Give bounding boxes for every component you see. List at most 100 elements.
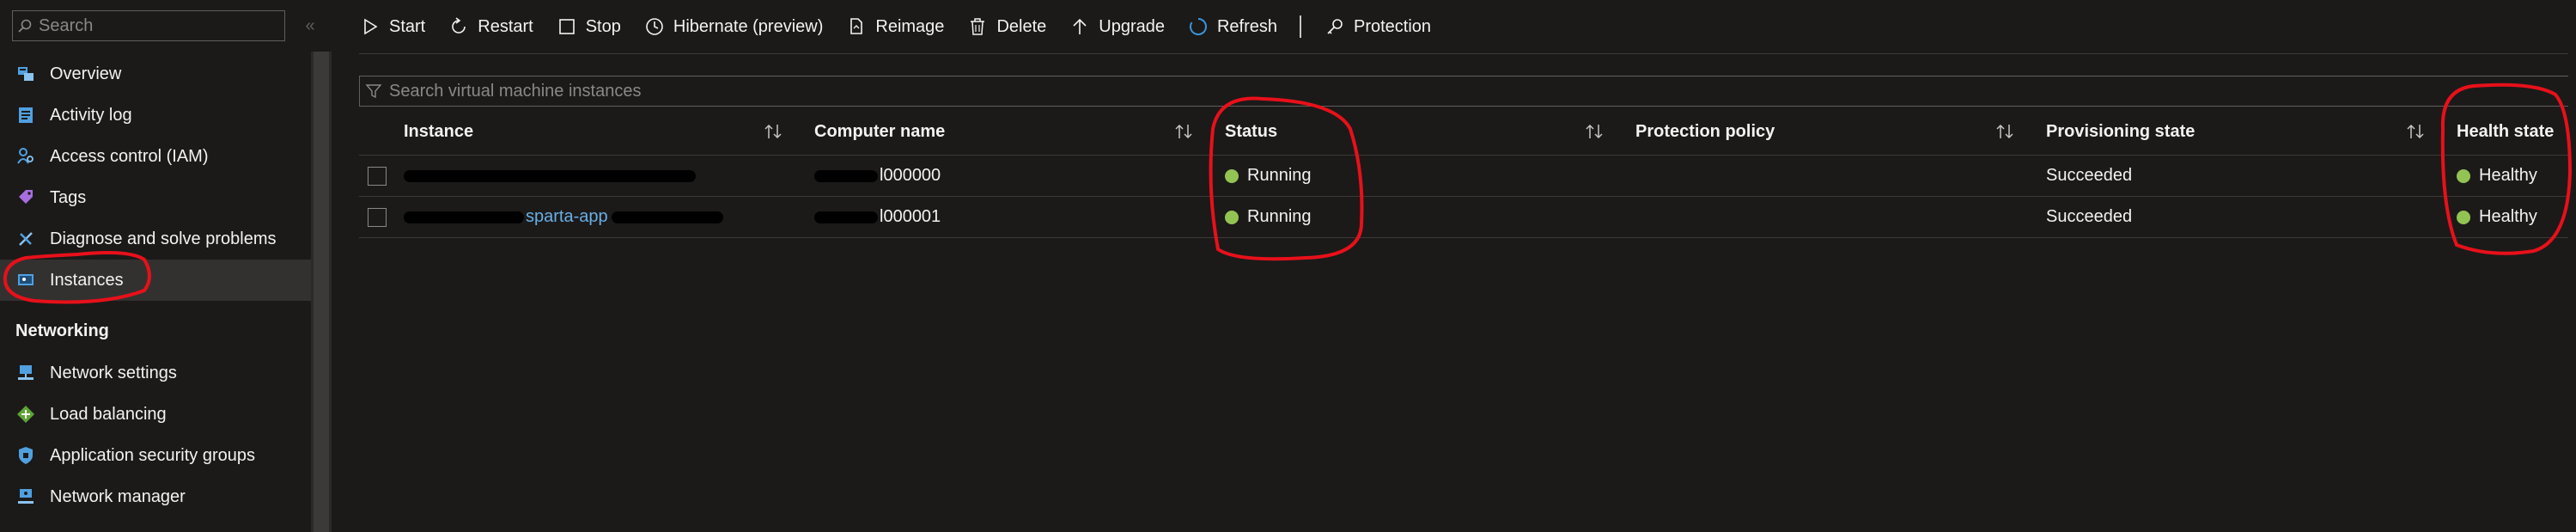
instance-link[interactable] <box>404 156 696 196</box>
sidebar-item-label: Application security groups <box>50 445 256 465</box>
instances-table: Instance Computer name Status Protection… <box>359 108 2576 238</box>
sidebar-item-label: Network manager <box>50 486 186 506</box>
reimage-icon <box>845 15 868 38</box>
sidebar-item-tags[interactable]: Tags <box>0 177 311 218</box>
redaction-mark <box>611 211 723 223</box>
search-icon <box>13 11 37 40</box>
table-row[interactable]: sparta-app l000001 Running Succeeded Hea… <box>359 197 2576 238</box>
status-cell: Running <box>1225 197 1312 237</box>
sidebar-item-label: Load balancing <box>50 404 167 424</box>
wrench-icon <box>15 229 36 249</box>
refresh-icon <box>1187 15 1209 38</box>
network-manager-icon <box>15 486 36 507</box>
activity-log-icon <box>15 105 36 125</box>
sidebar-item-label: Activity log <box>50 105 132 125</box>
reimage-label: Reimage <box>875 16 945 36</box>
refresh-label: Refresh <box>1216 16 1277 36</box>
provisioning-state-cell: Succeeded <box>2046 207 2133 226</box>
running-status-icon <box>1225 168 1239 183</box>
stop-button[interactable]: Stop <box>556 15 621 38</box>
sidebar-search-input[interactable] <box>37 15 272 37</box>
sidebar-item-instances[interactable]: Instances <box>0 260 311 301</box>
sidebar-search-box[interactable] <box>12 10 285 41</box>
restart-button[interactable]: Restart <box>448 15 533 38</box>
refresh-button[interactable]: Refresh <box>1187 15 1277 38</box>
sidebar-scrollbar-thumb[interactable] <box>314 52 329 532</box>
row-checkbox[interactable] <box>368 167 387 186</box>
table-row[interactable]: l000000 Running Succeeded Healthy <box>359 156 2576 197</box>
hibernate-label: Hibernate (preview) <box>673 16 824 36</box>
column-header-protection-policy[interactable]: Protection policy <box>1635 108 1775 155</box>
sidebar-item-label: Network settings <box>50 363 177 382</box>
sidebar-item-access-control[interactable]: Access control (IAM) <box>0 136 311 177</box>
sidebar-item-label: Tags <box>50 187 87 207</box>
hibernate-button[interactable]: Hibernate (preview) <box>643 15 824 38</box>
row-checkbox[interactable] <box>368 208 387 227</box>
redaction-mark <box>814 211 878 223</box>
column-header-health-state[interactable]: Health state <box>2457 108 2554 155</box>
play-icon <box>359 15 381 38</box>
overview-icon <box>15 64 36 84</box>
trash-icon <box>966 15 989 38</box>
sidebar-item-overview[interactable]: Overview <box>0 53 311 95</box>
sort-icon[interactable] <box>1993 120 2017 143</box>
redaction-mark <box>814 169 878 182</box>
instance-link[interactable]: sparta-app <box>404 197 723 237</box>
computer-name-cell: l000000 <box>814 156 941 196</box>
instance-filter-input[interactable] <box>387 80 1422 102</box>
column-header-computer-name[interactable]: Computer name <box>814 108 945 155</box>
instance-filter-box[interactable] <box>359 76 2576 107</box>
restart-label: Restart <box>478 16 533 36</box>
table-header: Instance Computer name Status Protection… <box>359 108 2576 156</box>
start-button[interactable]: Start <box>359 15 425 38</box>
column-header-instance[interactable]: Instance <box>404 108 473 155</box>
column-header-status[interactable]: Status <box>1225 108 1277 155</box>
restart-icon <box>448 15 470 38</box>
command-bar: Start Restart Stop Hibernate (preview) R… <box>359 0 1453 53</box>
instances-icon <box>15 270 36 290</box>
sidebar-item-label: Overview <box>50 64 122 83</box>
protection-label: Protection <box>1354 16 1432 36</box>
load-balancing-icon <box>15 404 36 425</box>
sort-icon[interactable] <box>1582 120 1606 143</box>
sort-icon[interactable] <box>761 120 785 143</box>
sort-icon[interactable] <box>2403 120 2427 143</box>
provisioning-state-cell: Succeeded <box>2046 166 2133 185</box>
running-status-icon <box>1225 210 1239 224</box>
sidebar-item-activity-log[interactable]: Activity log <box>0 95 311 136</box>
sidebar-item-diagnose[interactable]: Diagnose and solve problems <box>0 218 311 260</box>
sidebar-item-label: Access control (IAM) <box>50 146 209 166</box>
health-state-cell: Healthy <box>2457 156 2537 196</box>
sidebar-item-load-balancing[interactable]: Load balancing <box>0 394 311 435</box>
main-scrollbar[interactable] <box>2568 0 2576 532</box>
sidebar: « Overview Activity log Access control (… <box>0 0 333 532</box>
sidebar-item-network-settings[interactable]: Network settings <box>0 352 311 394</box>
toolbar-divider <box>359 53 2576 54</box>
stop-icon <box>556 15 578 38</box>
sidebar-scrollbar[interactable] <box>311 52 332 532</box>
healthy-status-icon <box>2457 168 2470 183</box>
upgrade-button[interactable]: Upgrade <box>1069 15 1165 38</box>
toolbar-separator <box>1300 15 1301 38</box>
sidebar-item-label: Diagnose and solve problems <box>50 229 277 248</box>
healthy-status-icon <box>2457 210 2470 224</box>
computer-name-cell: l000001 <box>814 197 941 237</box>
column-header-provisioning-state[interactable]: Provisioning state <box>2046 108 2195 155</box>
protection-button[interactable]: Protection <box>1324 15 1431 38</box>
shield-icon <box>15 445 36 466</box>
start-label: Start <box>389 16 426 36</box>
delete-label: Delete <box>996 16 1047 36</box>
status-cell: Running <box>1225 156 1312 196</box>
delete-button[interactable]: Delete <box>966 15 1046 38</box>
sidebar-item-application-security-groups[interactable]: Application security groups <box>0 435 311 476</box>
collapse-sidebar-button[interactable]: « <box>297 12 323 40</box>
key-icon <box>1324 15 1346 38</box>
redaction-mark <box>404 211 524 223</box>
sidebar-item-network-manager[interactable]: Network manager <box>0 476 311 517</box>
reimage-button[interactable]: Reimage <box>845 15 944 38</box>
network-settings-icon <box>15 363 36 383</box>
access-control-icon <box>15 146 36 167</box>
sort-icon[interactable] <box>1172 120 1196 143</box>
upgrade-label: Upgrade <box>1099 16 1165 36</box>
sidebar-item-label: Instances <box>50 270 124 290</box>
